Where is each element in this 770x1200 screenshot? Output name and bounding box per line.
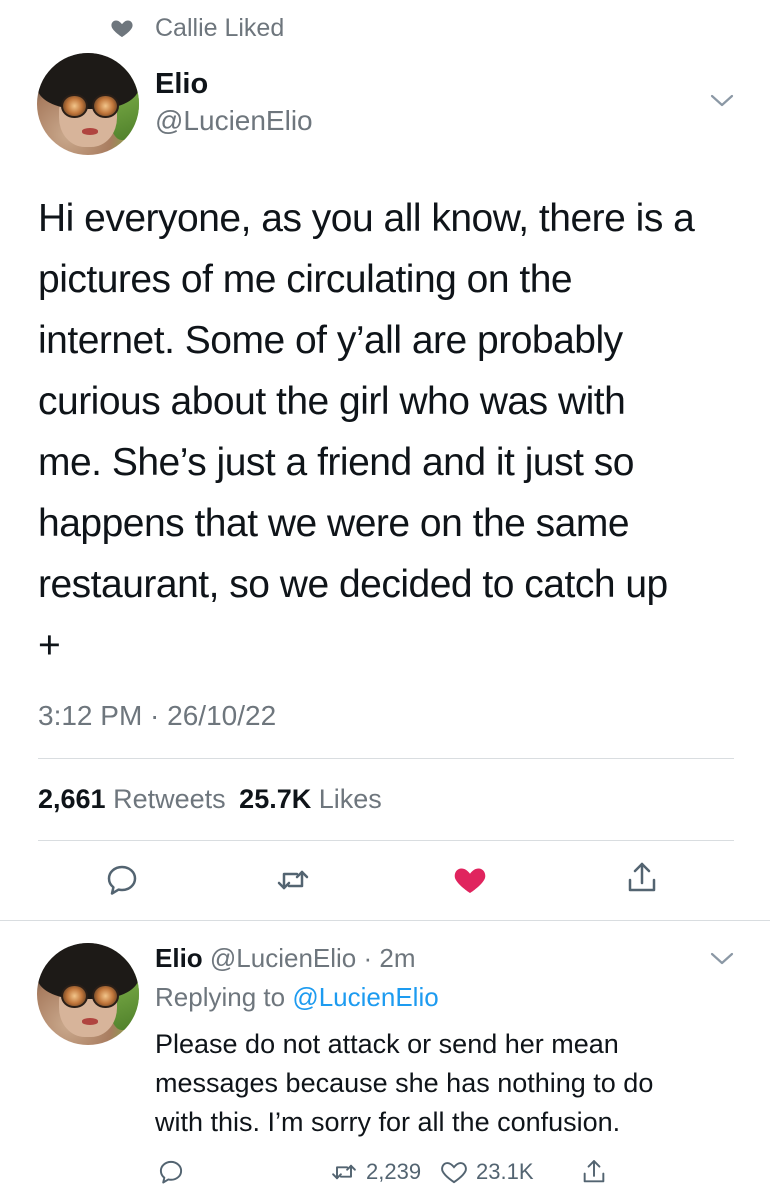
tweet-line: Hi everyone, as you all know, there is a — [38, 197, 695, 240]
avatar[interactable] — [37, 943, 139, 1045]
reply-author-handle[interactable]: @LucienElio — [210, 943, 356, 973]
timestamp[interactable]: 3:12 PM · 26/10/22 — [38, 700, 276, 732]
like-icon — [441, 1162, 467, 1184]
reply-line: with this. I’m sorry for all the confusi… — [155, 1107, 621, 1137]
retweet-button[interactable]: 2,239 — [330, 1155, 421, 1189]
share-button[interactable] — [580, 1155, 616, 1189]
chevron-down-icon[interactable] — [708, 90, 736, 112]
retweet-count: 2,239 — [366, 1159, 422, 1184]
tweet-line: + — [38, 624, 61, 667]
liked-by-text[interactable]: Callie Liked — [155, 14, 284, 43]
reply-time[interactable]: · 2m — [364, 943, 416, 973]
like-count: 23.1K — [476, 1159, 534, 1184]
share-icon[interactable] — [624, 860, 660, 896]
reply-button[interactable] — [157, 1155, 193, 1189]
reply-line: Please do not attack or send her mean — [155, 1029, 619, 1059]
like-button[interactable]: 23.1K — [440, 1155, 534, 1189]
chevron-down-icon[interactable] — [708, 948, 736, 970]
avatar[interactable] — [37, 53, 139, 155]
tweet-line: happens that we were on the same — [38, 502, 630, 545]
tweet-line: internet. Some of y’all are probably — [38, 319, 623, 362]
reply-author-name[interactable]: Elio — [155, 943, 203, 973]
retweets-count[interactable]: 2,661 — [38, 784, 106, 814]
likes-label[interactable]: Likes — [319, 784, 382, 814]
tweet-text: Hi everyone, as you all know, there is a… — [38, 188, 738, 676]
divider — [38, 758, 734, 759]
retweet-icon[interactable] — [275, 862, 311, 898]
divider — [0, 920, 770, 921]
likes-count[interactable]: 25.7K — [239, 784, 311, 814]
reply-icon — [159, 1160, 183, 1184]
reply-text: Please do not attack or send her mean me… — [155, 1025, 745, 1142]
tweet-line: curious about the girl who was with — [38, 380, 626, 423]
tweet-line: pictures of me circulating on the — [38, 258, 573, 301]
heart-icon — [111, 20, 133, 37]
author-name[interactable]: Elio — [155, 68, 208, 101]
replying-to: Replying to @LucienElio — [155, 982, 439, 1013]
divider — [38, 840, 734, 841]
like-icon[interactable] — [452, 862, 488, 898]
share-icon — [583, 1160, 605, 1183]
retweet-icon — [332, 1164, 356, 1180]
retweets-label[interactable]: Retweets — [113, 784, 226, 814]
engagement-stats: 2,661 Retweets 25.7K Likes — [38, 784, 382, 815]
author-handle[interactable]: @LucienElio — [155, 105, 313, 137]
reply-icon[interactable] — [104, 862, 140, 898]
tweet-line: restaurant, so we decided to catch up — [38, 563, 668, 606]
social-context-row: Callie Liked — [0, 0, 770, 60]
replying-prefix: Replying to — [155, 982, 286, 1012]
reply-line: messages because she has nothing to do — [155, 1068, 654, 1098]
tweet-line: me. She’s just a friend and it just so — [38, 441, 634, 484]
replying-handle-link[interactable]: @LucienElio — [292, 982, 438, 1012]
reply-header: Elio @LucienElio · 2m — [155, 943, 416, 974]
